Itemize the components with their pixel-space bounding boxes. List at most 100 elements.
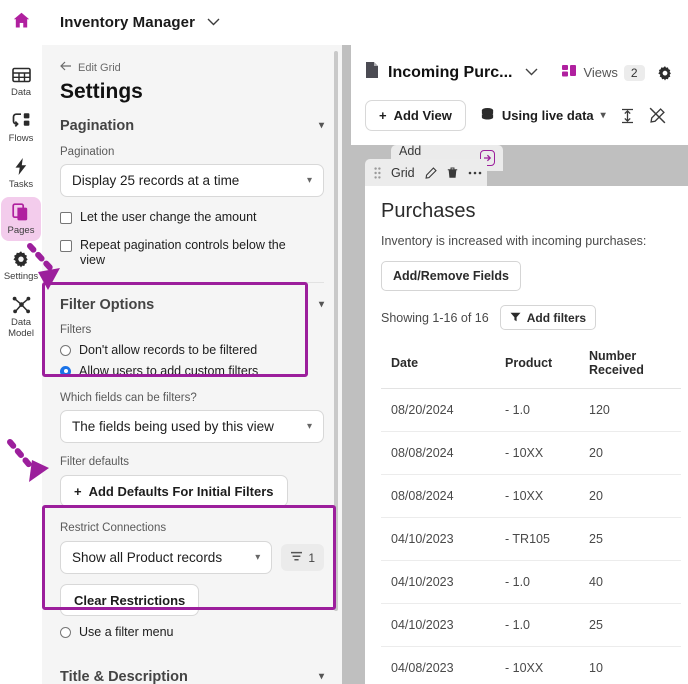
- radio-allow-custom-filters[interactable]: Allow users to add custom filters: [60, 364, 324, 378]
- cell-product: - TR105: [495, 518, 579, 561]
- add-view-label: Add View: [394, 108, 452, 123]
- column-header-product[interactable]: Product: [495, 343, 579, 389]
- section-filter-options-header[interactable]: Filter Options ▾: [60, 297, 324, 313]
- database-icon: [480, 107, 495, 125]
- cell-date: 08/20/2024: [381, 389, 495, 432]
- app-title: Inventory Manager: [60, 14, 195, 31]
- grid-title: Purchases: [381, 200, 681, 223]
- chevron-down-icon: ▾: [601, 111, 606, 121]
- cell-number-received: 25: [579, 518, 681, 561]
- cell-number-received: 40: [579, 561, 681, 604]
- add-defaults-button[interactable]: + Add Defaults For Initial Filters: [60, 475, 288, 507]
- purchases-table: Date Product Number Received 08/20/2024 …: [381, 343, 681, 684]
- section-pagination-header[interactable]: Pagination ▾: [60, 118, 324, 134]
- radio-use-filter-menu[interactable]: Use a filter menu: [60, 625, 324, 639]
- trash-icon[interactable]: [447, 167, 458, 179]
- sidebar-label-settings: Settings: [4, 271, 38, 282]
- sidebar-item-data-model[interactable]: Data Model: [1, 289, 41, 344]
- pencil-off-icon[interactable]: [649, 107, 666, 124]
- table-row[interactable]: 04/08/2023 - 10XX 10: [381, 647, 681, 684]
- sidebar-item-data[interactable]: Data: [1, 59, 41, 103]
- chevron-down-icon[interactable]: [525, 67, 538, 79]
- add-view-button[interactable]: + Add View: [365, 100, 466, 131]
- clear-restrictions-button[interactable]: Clear Restrictions: [60, 584, 199, 616]
- chevron-down-icon[interactable]: ▾: [319, 300, 324, 310]
- add-filters-button[interactable]: Add filters: [500, 305, 596, 330]
- gear-icon[interactable]: [657, 65, 673, 81]
- grid-tab-label: Grid: [391, 166, 415, 180]
- sidebar-item-tasks[interactable]: Tasks: [1, 151, 41, 195]
- pagination-select-value: Display 25 records at a time: [72, 173, 239, 188]
- add-filters-label: Add filters: [527, 311, 586, 325]
- cell-date: 04/10/2023: [381, 561, 495, 604]
- app-root: Inventory Manager Data Flows Tasks: [0, 0, 688, 684]
- chevron-down-icon[interactable]: ▾: [319, 672, 324, 682]
- section-divider: [60, 282, 324, 283]
- pagination-select[interactable]: Display 25 records at a time ▾: [60, 164, 324, 197]
- restrict-filter-badge[interactable]: 1: [281, 544, 324, 571]
- filter-icon: [290, 549, 303, 567]
- page-scrollbar[interactable]: [342, 45, 351, 684]
- radio-circle: [60, 345, 71, 356]
- preview-canvas: Add Purchase Grid: [351, 145, 688, 684]
- row-height-icon[interactable]: [620, 108, 635, 124]
- table-row[interactable]: 08/20/2024 - 1.0 120: [381, 389, 681, 432]
- section-title-description-header[interactable]: Title & Description ▾: [60, 669, 324, 684]
- filters-label: Filters: [60, 324, 324, 336]
- table-row[interactable]: 04/10/2023 - 1.0 40: [381, 561, 681, 604]
- views-icon: [562, 64, 577, 82]
- chevron-down-icon[interactable]: ▾: [319, 121, 324, 131]
- cell-date: 08/08/2024: [381, 475, 495, 518]
- sidebar-label-data-model: Data Model: [1, 317, 41, 339]
- sidebar-label-data: Data: [11, 87, 31, 98]
- which-fields-label: Which fields can be filters?: [60, 392, 324, 404]
- table-row[interactable]: 04/10/2023 - TR105 25: [381, 518, 681, 561]
- sidebar-label-flows: Flows: [9, 133, 34, 144]
- checkbox-box: [60, 212, 72, 224]
- left-nav-rail: Data Flows Tasks Pages Settings: [0, 45, 42, 684]
- chevron-down-icon[interactable]: [207, 17, 220, 29]
- add-remove-fields-button[interactable]: Add/Remove Fields: [381, 261, 521, 291]
- settings-scrollbar[interactable]: [334, 51, 338, 611]
- page-title: Settings: [60, 80, 324, 104]
- checkbox-repeat-pagination-controls[interactable]: Repeat pagination controls below the vie…: [60, 238, 324, 268]
- table-row[interactable]: 08/08/2024 - 10XX 20: [381, 432, 681, 475]
- cell-product: - 1.0: [495, 389, 579, 432]
- views-button[interactable]: Views 2: [562, 64, 644, 82]
- table-row[interactable]: 04/10/2023 - 1.0 25: [381, 604, 681, 647]
- add-remove-fields-label: Add/Remove Fields: [393, 269, 509, 283]
- document-title: Incoming Purc...: [388, 64, 512, 82]
- which-fields-select[interactable]: The fields being used by this view ▾: [60, 410, 324, 443]
- plus-icon: +: [74, 484, 82, 499]
- cell-number-received: 10: [579, 647, 681, 684]
- flows-icon: [12, 111, 31, 130]
- sidebar-item-pages[interactable]: Pages: [1, 197, 41, 241]
- filter-defaults-label: Filter defaults: [60, 456, 324, 468]
- drag-handle-icon[interactable]: [374, 167, 381, 179]
- live-data-label: Using live data: [502, 108, 594, 123]
- column-header-date[interactable]: Date: [381, 343, 495, 389]
- sidebar-item-settings[interactable]: Settings: [1, 243, 41, 287]
- gear-icon: [12, 249, 30, 268]
- pencil-icon[interactable]: [425, 167, 437, 179]
- live-data-selector[interactable]: Using live data ▾: [480, 107, 606, 125]
- radio-dont-allow-filtering[interactable]: Don't allow records to be filtered: [60, 343, 324, 357]
- checkbox-label: Repeat pagination controls below the vie…: [80, 238, 304, 268]
- grid-subtitle: Inventory is increased with incoming pur…: [381, 234, 681, 248]
- checkbox-let-user-change-amount[interactable]: Let the user change the amount: [60, 210, 324, 225]
- preview-area: Incoming Purc... Views 2 +: [342, 45, 688, 684]
- sidebar-label-pages: Pages: [8, 225, 35, 236]
- column-header-number-received[interactable]: Number Received: [579, 343, 681, 389]
- views-count-badge: 2: [624, 65, 645, 81]
- sidebar-item-flows[interactable]: Flows: [1, 105, 41, 149]
- section-title-description-title: Title & Description: [60, 669, 188, 684]
- restrict-connections-select[interactable]: Show all Product records ▾: [60, 541, 272, 574]
- table-header-row: Date Product Number Received: [381, 343, 681, 389]
- back-to-edit-grid-link[interactable]: Edit Grid: [60, 61, 324, 74]
- ellipsis-icon[interactable]: [468, 171, 482, 175]
- table-row[interactable]: 08/08/2024 - 10XX 20: [381, 475, 681, 518]
- grid-content-card: Purchases Inventory is increased with in…: [365, 186, 688, 684]
- home-button[interactable]: [0, 10, 42, 36]
- section-pagination-title: Pagination: [60, 118, 134, 134]
- document-icon: [365, 61, 379, 84]
